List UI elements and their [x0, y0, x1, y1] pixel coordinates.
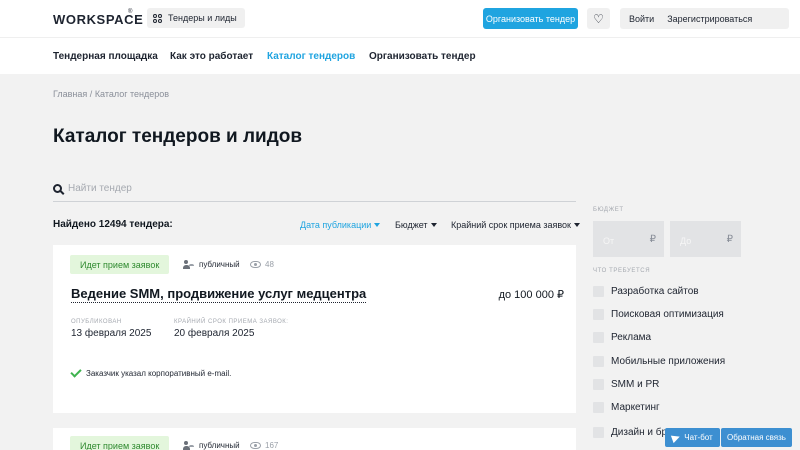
breadcrumb-current: Каталог тендеров: [94, 89, 170, 99]
register-link[interactable]: Зарегистрироваться: [667, 14, 752, 24]
sort-by-date[interactable]: Дата публикации: [300, 220, 381, 230]
nav-item-tender-platform[interactable]: Тендерная площадка: [53, 51, 158, 62]
filter-label: Маркетинг: [611, 402, 660, 413]
filter-label: Поисковая оптимизация: [611, 309, 724, 320]
sort-label: Бюджет: [395, 220, 428, 230]
visibility-label: публичный: [199, 441, 240, 450]
filter-label: Мобильные приложения: [611, 356, 726, 367]
filter-label: Реклама: [611, 332, 652, 343]
organize-tender-button[interactable]: Организовать тендер: [483, 8, 578, 29]
budget-from-placeholder: От: [603, 236, 615, 246]
main-nav: Тендерная площадка Как это работает Ката…: [0, 37, 800, 74]
search-icon: [53, 184, 62, 193]
check-icon: [70, 366, 82, 378]
sort-label: Крайний срок приема заявок: [451, 220, 571, 230]
published-label: Опубликован: [71, 319, 122, 325]
checkbox[interactable]: [593, 309, 604, 320]
status-badge: Идет прием заявок: [70, 255, 170, 274]
budget-from-input[interactable]: От ₽: [593, 221, 664, 257]
views-count: 48: [250, 260, 274, 269]
nav-item-organize-tender[interactable]: Организовать тендер: [369, 51, 476, 62]
deadline-label: Крайний срок приема заявок:: [174, 319, 289, 325]
checkbox[interactable]: [593, 379, 604, 390]
budget-filter-label: Бюджет: [593, 207, 624, 213]
nav-item-how-it-works[interactable]: Как это работает: [170, 51, 253, 62]
nav-item-tender-catalog[interactable]: Каталог тендеров: [267, 51, 355, 62]
visibility: публичный: [183, 441, 240, 450]
filter-marketing[interactable]: Маркетинг: [593, 402, 660, 413]
filter-label: SMM и PR: [611, 379, 660, 390]
breadcrumb-home[interactable]: Главная: [53, 89, 87, 99]
verified-note: Заказчик указал корпоративный e-mail.: [70, 366, 232, 378]
favorites-button[interactable]: ♡: [587, 8, 610, 29]
telegram-icon: [671, 432, 682, 443]
eye-icon: [250, 261, 261, 268]
chevron-down-icon: [374, 223, 381, 227]
budget-to-input[interactable]: До ₽: [670, 221, 741, 257]
verified-text: Заказчик указал корпоративный e-mail.: [86, 369, 232, 378]
heart-icon: ♡: [593, 11, 604, 26]
page-title: Каталог тендеров и лидов: [53, 126, 303, 147]
search-input[interactable]: [68, 183, 468, 194]
checkbox[interactable]: [593, 286, 604, 297]
search-bar: [53, 176, 576, 202]
breadcrumb: Главная / Каталог тендеров: [53, 89, 169, 99]
catalog-button-label: Тендеры и лиды: [168, 13, 237, 23]
tender-card[interactable]: Идет прием заявок публичный 167: [53, 428, 576, 450]
auth-group: Войти Зарегистрироваться: [620, 8, 789, 29]
visibility: публичный: [183, 260, 240, 269]
deadline-date: 20 февраля 2025: [174, 328, 255, 339]
published-date: 13 февраля 2025: [71, 328, 152, 339]
logo-trademark: ®: [128, 9, 133, 15]
feedback-label: Обратная связь: [727, 433, 786, 442]
filter-advertising[interactable]: Реклама: [593, 332, 651, 343]
results-count: Найдено 12494 тендера:: [53, 219, 173, 230]
login-link[interactable]: Войти: [629, 14, 654, 24]
views-value: 48: [265, 260, 274, 269]
views-count: 167: [250, 441, 278, 450]
checkbox[interactable]: [593, 427, 604, 438]
users-icon: [183, 260, 195, 269]
catalog-button[interactable]: Тендеры и лиды: [147, 8, 245, 28]
visibility-label: публичный: [199, 260, 240, 269]
sort-by-budget[interactable]: Бюджет: [395, 220, 437, 230]
filter-web-development[interactable]: Разработка сайтов: [593, 286, 699, 297]
sort-by-deadline[interactable]: Крайний срок приема заявок: [451, 220, 580, 230]
budget-to-placeholder: До: [680, 236, 692, 246]
status-badge: Идет прием заявок: [70, 436, 170, 450]
chevron-down-icon: [574, 223, 580, 227]
checkbox[interactable]: [593, 356, 604, 367]
tender-price: до 100 000 ₽: [498, 289, 564, 301]
ruble-icon: ₽: [649, 234, 656, 245]
filter-mobile-apps[interactable]: Мобильные приложения: [593, 356, 725, 367]
breadcrumb-separator: /: [89, 89, 93, 99]
ruble-icon: ₽: [726, 234, 733, 245]
chatbot-label: Чат-бот: [684, 433, 713, 442]
filter-smm-pr[interactable]: SMM и PR: [593, 379, 659, 390]
users-icon: [183, 441, 195, 450]
chatbot-button[interactable]: Чат-бот: [665, 428, 720, 447]
grid-icon: [153, 13, 162, 23]
chevron-down-icon: [430, 223, 437, 227]
tender-card[interactable]: Идет прием заявок публичный 48 Ведение S…: [53, 245, 576, 413]
needs-filter-label: Что требуется: [593, 268, 651, 274]
feedback-button[interactable]: Обратная связь: [721, 428, 792, 447]
top-bar: WORKSPACE ® Тендеры и лиды Организовать …: [0, 0, 800, 37]
sort-label: Дата публикации: [300, 220, 372, 230]
filter-label: Разработка сайтов: [611, 286, 699, 297]
tender-title[interactable]: Ведение SMM, продвижение услуг медцентра: [71, 286, 367, 303]
filter-seo[interactable]: Поисковая оптимизация: [593, 309, 724, 320]
views-value: 167: [265, 441, 279, 450]
checkbox[interactable]: [593, 332, 604, 343]
eye-icon: [250, 442, 261, 449]
checkbox[interactable]: [593, 402, 604, 413]
